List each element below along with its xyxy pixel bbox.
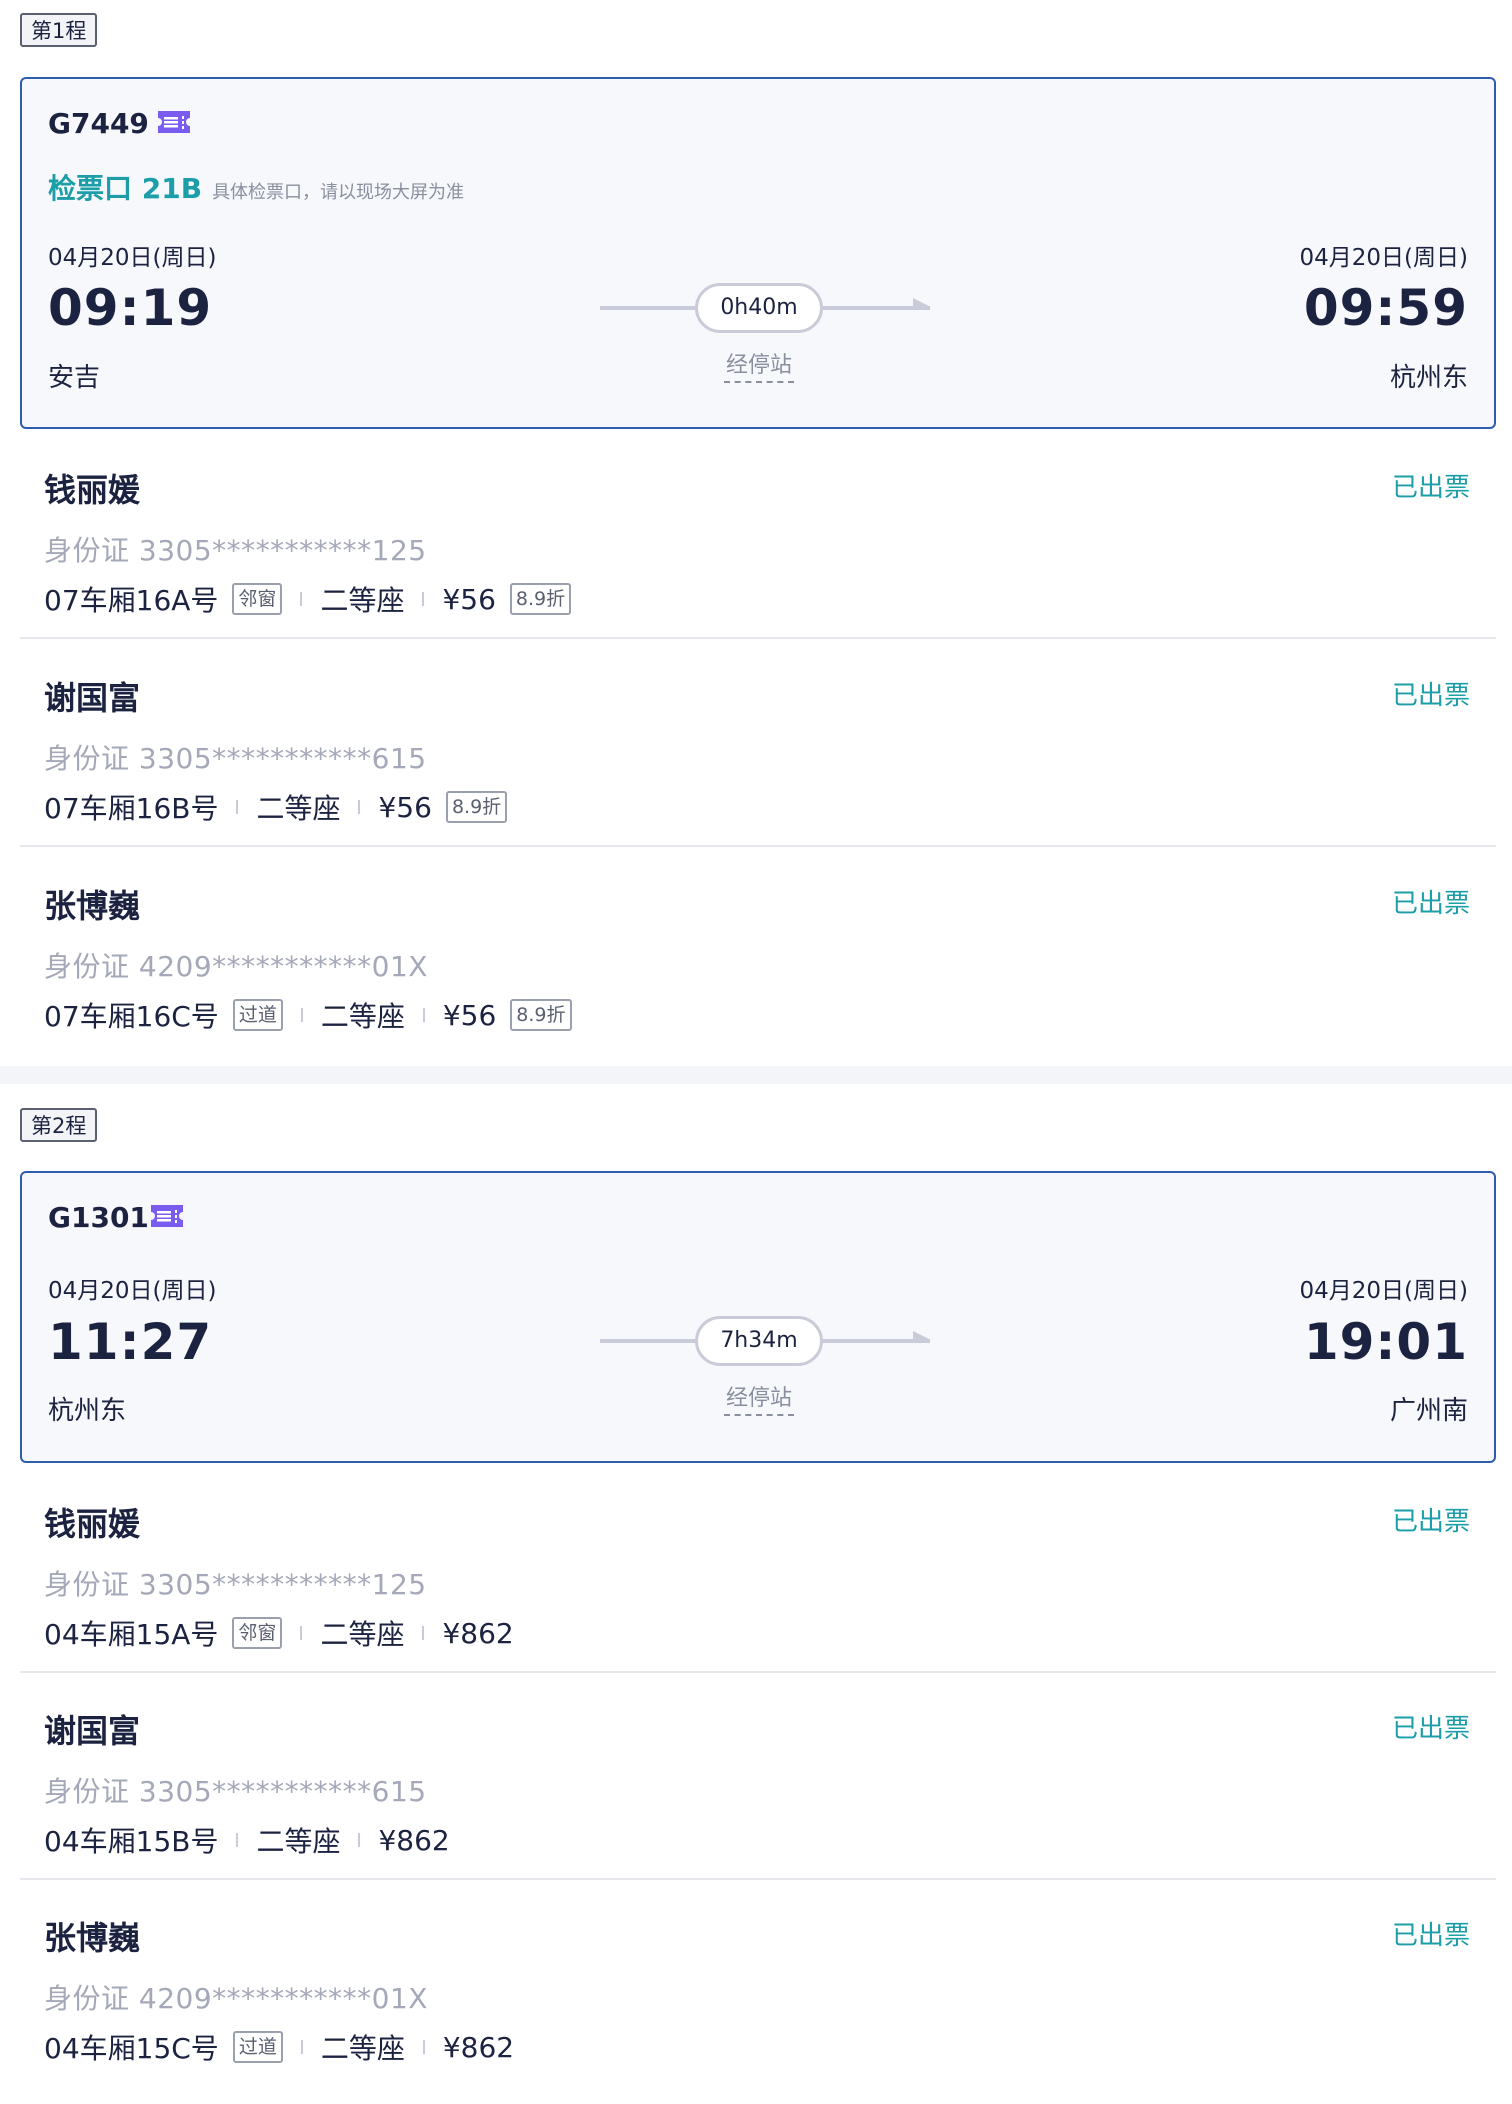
gate-note: 具体检票口，请以现场大屏为准 [212,182,465,203]
seat-position-tag: 过道 [232,999,283,1031]
seat-info: 07车厢16A号 邻窗 二等座 ¥56 8.9折 [44,579,572,619]
discount-tag: 8.9折 [445,791,508,823]
seat-info: 04车厢15B号 二等座 ¥862 [44,1820,450,1860]
divider [422,2040,425,2054]
check-in-gate: 检票口 21B 具体检票口，请以现场大屏为准 [48,167,464,207]
leg-tag: 第2程 [20,1108,98,1142]
seat-number: 04车厢15C号 [44,2032,219,2065]
ticket-status: 已出票 [1391,681,1470,711]
arrival-station: 广州南 [1389,1396,1468,1426]
section-gap [0,1066,1512,1084]
seat-class: 二等座 [320,1618,405,1651]
passenger-id: 身份证 3305***********125 [44,534,427,567]
duration-badge: 7h34m [695,1316,823,1366]
arrival-date: 04月20日(周日) [1299,245,1468,271]
ticket-price: ¥862 [442,2030,515,2064]
divider [422,1008,425,1022]
passenger-row[interactable]: 谢国富 已出票 身份证 3305***********615 07车厢16B号 … [0,639,1512,847]
seat-info: 07车厢16B号 二等座 ¥56 8.9折 [44,787,508,827]
seat-info: 04车厢15C号 过道 二等座 ¥862 [44,2027,514,2067]
divider [358,800,361,814]
ticket-price: ¥56 [442,998,497,1032]
leg-1: 第1程 G7449 检票口 21B 具体检票口，请以现场大屏为准 04月20日(周… [0,0,1512,1066]
passenger-row[interactable]: 张博巍 已出票 身份证 4209***********01X 04车厢15C号 … [0,1879,1512,2087]
passenger-id: 身份证 4209***********01X [44,950,428,983]
ticket-price: ¥56 [378,790,432,824]
arrival-station: 杭州东 [1389,363,1468,393]
passenger-name: 谢国富 [44,679,141,717]
seat-class: 二等座 [256,1825,341,1858]
seat-number: 07车厢16A号 [44,584,219,617]
divider [300,592,303,606]
passenger-row[interactable]: 钱丽媛 已出票 身份证 3305***********125 07车厢16A号 … [0,431,1512,639]
train-card[interactable]: G1301 04月20日(周日) 04月20日(周日) 11:27 19:01 … [20,1171,1496,1463]
passenger-id: 身份证 3305***********125 [44,1568,427,1601]
arrival-date: 04月20日(周日) [1299,1278,1468,1304]
divider [422,1626,425,1640]
departure-time: 09:19 [48,279,213,337]
passenger-name: 钱丽媛 [44,471,141,509]
leg-tag: 第1程 [20,13,98,47]
divider [236,1833,239,1847]
departure-station: 杭州东 [48,1396,127,1426]
seat-class: 二等座 [320,2032,405,2065]
ticket-price: ¥862 [442,1616,514,1650]
leg-2: 第2程 G1301 04月20日(周日) 04月20日(周日) 11:27 19… [0,1084,1512,2104]
seat-number: 07车厢16C号 [44,1000,219,1033]
passenger-row[interactable]: 钱丽媛 已出票 身份证 3305***********125 04车厢15A号 … [0,1465,1512,1673]
ticket-status: 已出票 [1391,1507,1470,1537]
passenger-name: 钱丽媛 [44,1505,141,1543]
train-card[interactable]: G7449 检票口 21B 具体检票口，请以现场大屏为准 04月20日(周日) 0… [20,77,1496,429]
arrow-icon [913,298,929,306]
arrival-time: 09:59 [1303,279,1468,337]
train-number: G7449 [48,107,149,140]
seat-position-tag: 过道 [232,2031,283,2063]
passenger-name: 张博巍 [44,887,141,925]
passenger-name: 谢国富 [44,1712,141,1750]
gate-number: 检票口 21B [48,172,203,205]
departure-date: 04月20日(周日) [48,1278,217,1304]
passenger-row[interactable]: 谢国富 已出票 身份证 3305***********615 04车厢15B号 … [0,1672,1512,1880]
passenger-id: 身份证 3305***********615 [44,742,427,775]
ticket-price: ¥56 [442,582,496,616]
divider [300,2040,303,2054]
ticket-status: 已出票 [1391,473,1470,503]
seat-number: 04车厢15B号 [44,1825,219,1858]
train-number: G1301 [48,1201,149,1234]
divider [358,1833,361,1847]
stops-link[interactable]: 经停站 [724,347,794,383]
departure-time: 11:27 [48,1313,213,1371]
discount-tag: 8.9折 [510,999,572,1031]
passenger-id: 身份证 4209***********01X [44,1982,428,2015]
passenger-name: 张博巍 [44,1919,141,1957]
ticket-price: ¥862 [378,1823,450,1857]
ticket-status: 已出票 [1391,1714,1470,1744]
seat-position-tag: 邻窗 [232,1617,283,1649]
seat-position-tag: 邻窗 [232,583,283,615]
departure-date: 04月20日(周日) [48,245,217,271]
duration-badge: 0h40m [695,283,823,333]
divider [422,592,425,606]
seat-info: 07车厢16C号 过道 二等座 ¥56 8.9折 [44,995,572,1035]
divider [236,800,239,814]
divider [300,1626,303,1640]
seat-number: 07车厢16B号 [44,792,219,825]
departure-station: 安吉 [48,363,101,393]
seat-class: 二等座 [256,792,341,825]
seat-info: 04车厢15A号 邻窗 二等座 ¥862 [44,1613,514,1653]
arrow-icon [913,1331,929,1339]
seat-class: 二等座 [320,584,405,617]
divider [300,1008,303,1022]
seat-number: 04车厢15A号 [44,1618,219,1651]
passenger-id: 身份证 3305***********615 [44,1775,427,1808]
ticket-status: 已出票 [1391,1921,1470,1951]
ticket-icon[interactable] [155,109,193,135]
ticket-icon[interactable] [148,1203,186,1229]
stops-link[interactable]: 经停站 [724,1380,794,1416]
arrival-time: 19:01 [1303,1313,1468,1371]
seat-class: 二等座 [320,1000,405,1033]
discount-tag: 8.9折 [509,583,572,615]
passenger-row[interactable]: 张博巍 已出票 身份证 4209***********01X 07车厢16C号 … [0,847,1512,1055]
ticket-status: 已出票 [1391,889,1470,919]
